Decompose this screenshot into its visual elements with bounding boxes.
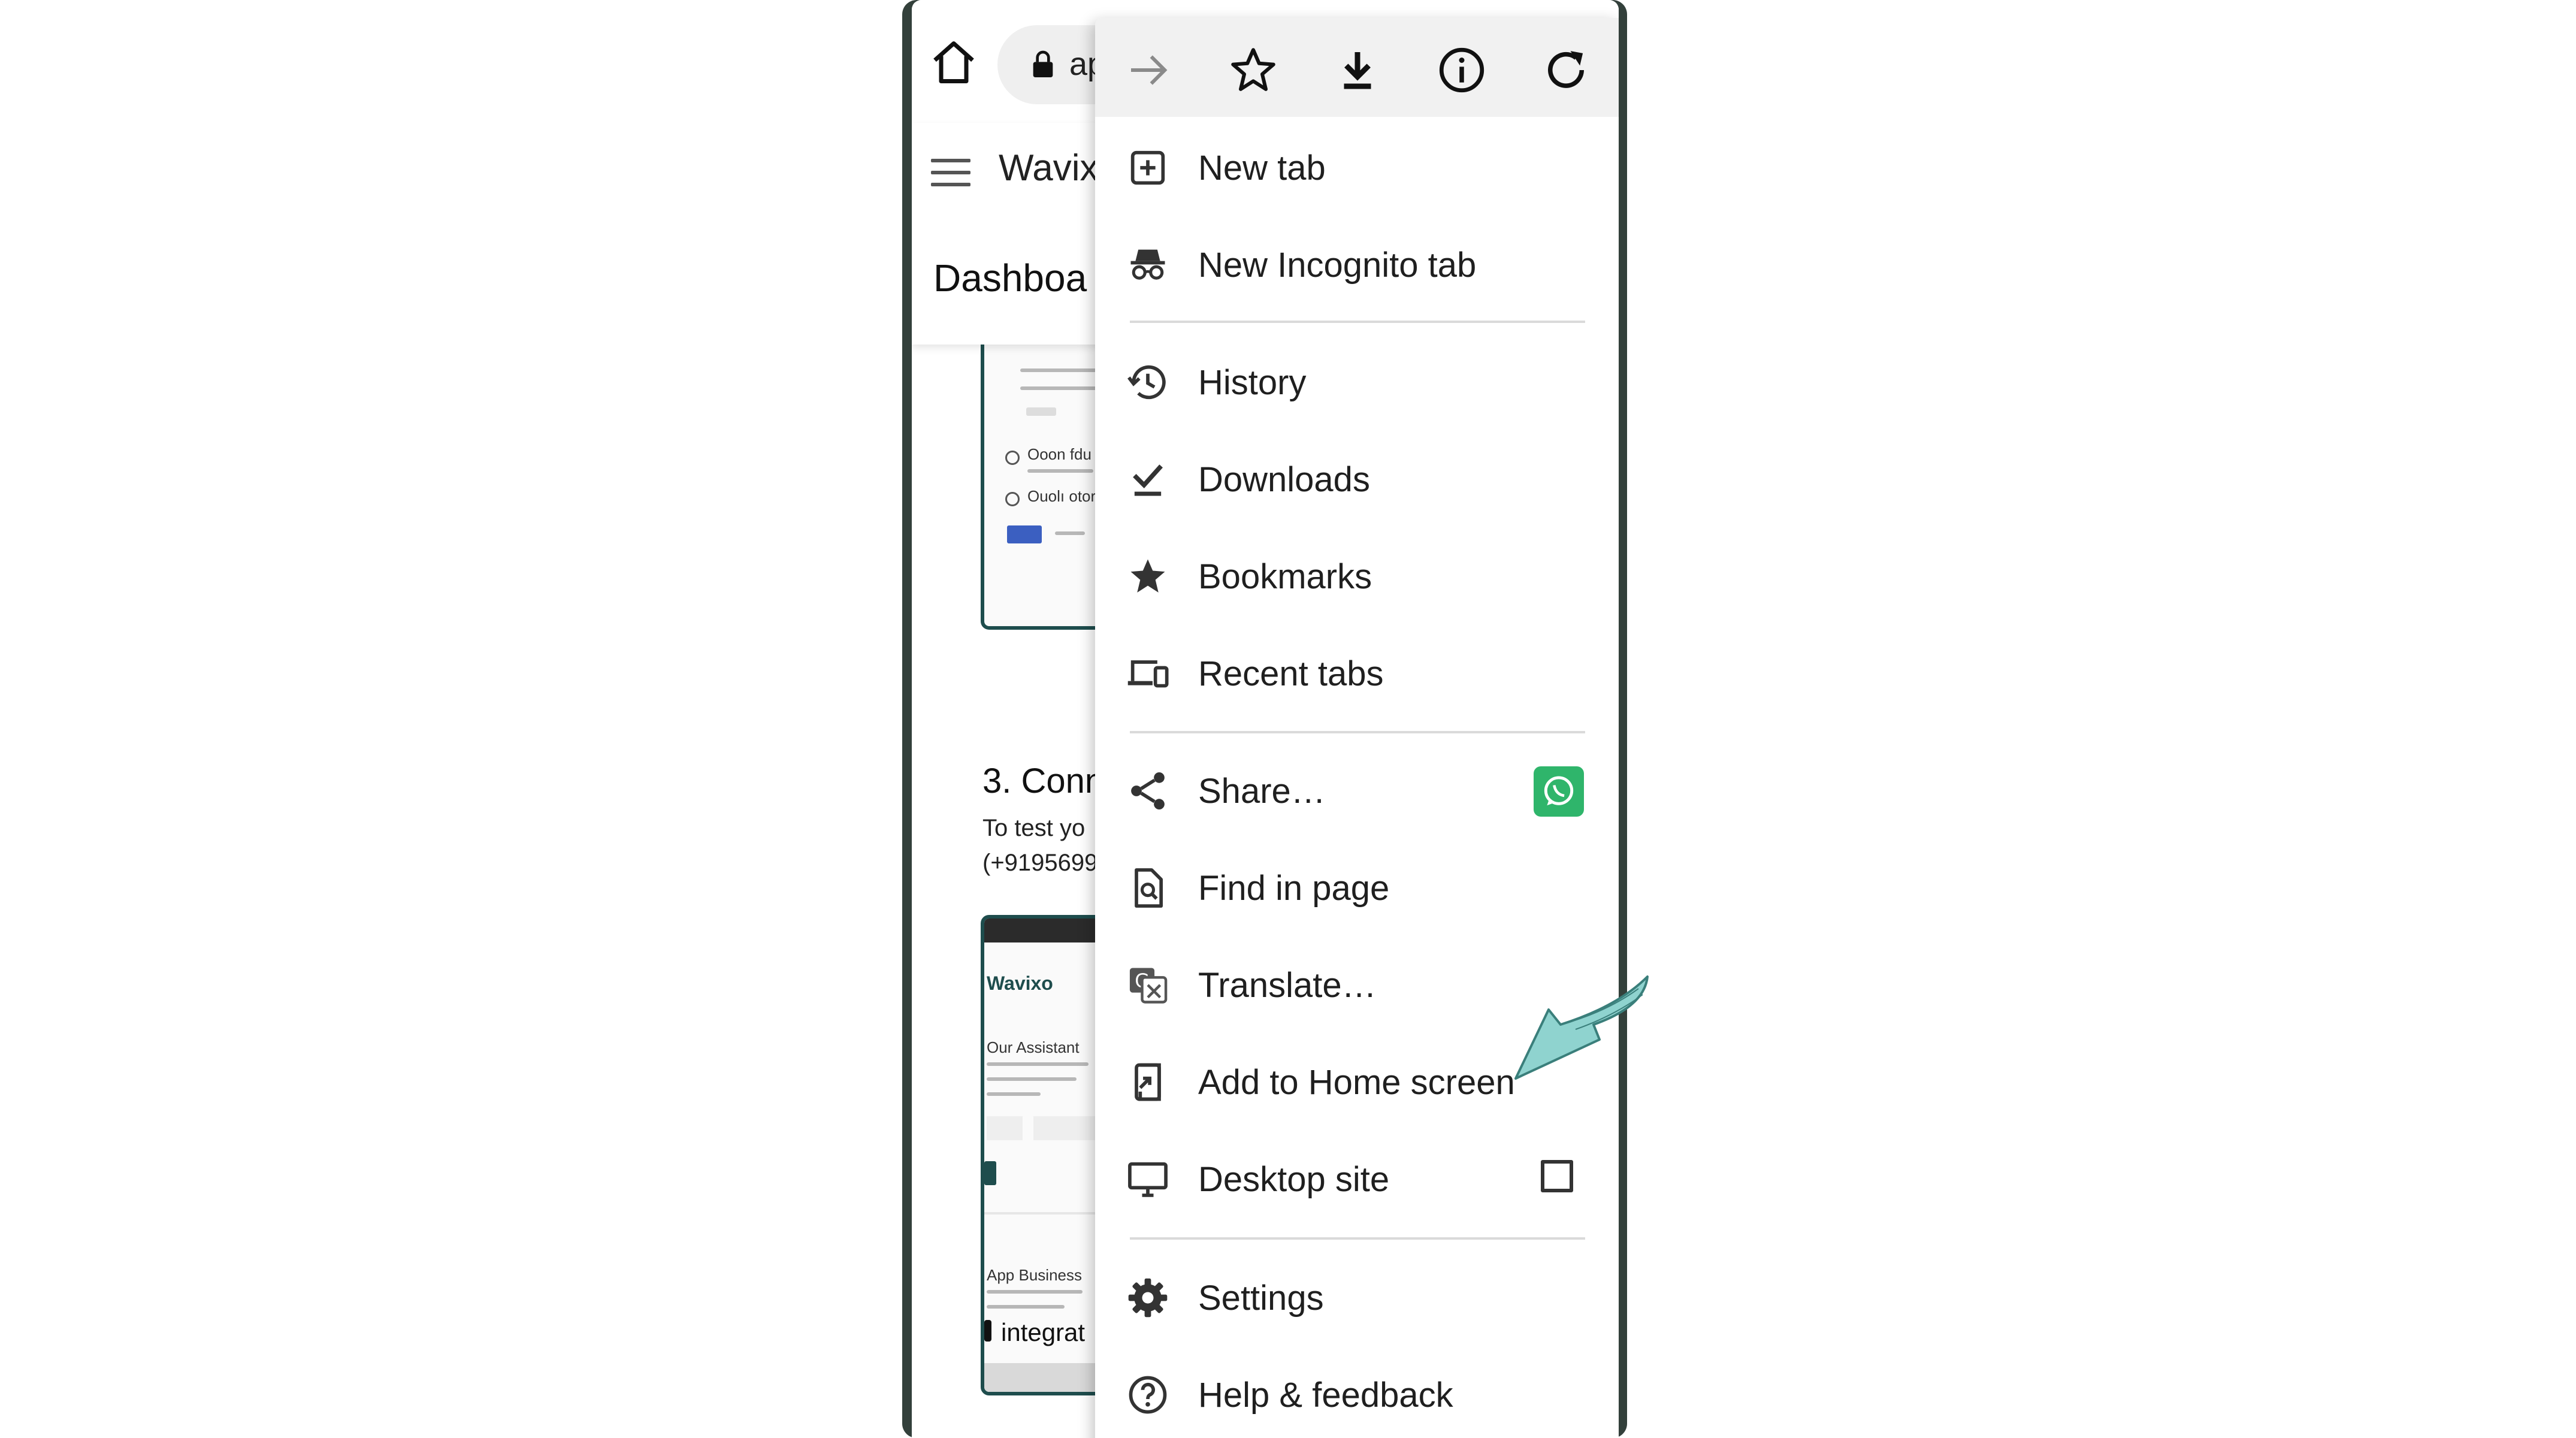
site-name: Wavix — [999, 147, 1099, 189]
thumb-text: integrat — [1001, 1318, 1086, 1346]
thumb-text: App Business — [987, 1266, 1082, 1284]
forward-icon[interactable] — [1122, 43, 1176, 97]
settings-icon — [1128, 1278, 1168, 1318]
phone-screen: ap Wavix Dashboa Ooon fdu ı Ouolı otoro … — [912, 0, 1619, 1438]
thumb-text: Ooon fdu ı — [1027, 445, 1100, 463]
menu-item-label: Bookmarks — [1198, 557, 1372, 596]
add-to-home-screen-icon — [1135, 1063, 1161, 1101]
menu-item-label: Find in page — [1198, 869, 1390, 908]
info-icon[interactable] — [1435, 43, 1489, 97]
download-icon[interactable] — [1331, 43, 1384, 97]
menu-item-label: Settings — [1198, 1279, 1324, 1318]
annotation-arrow-icon — [1514, 975, 1649, 1080]
translate-icon: G — [1129, 968, 1168, 1004]
incognito-icon — [1130, 249, 1165, 280]
menu-item-label: Downloads — [1198, 460, 1370, 499]
menu-item-bookmarks[interactable]: Bookmarks — [1095, 531, 1619, 621]
new-tab-icon — [1130, 150, 1165, 185]
menu-item-label: New Incognito tab — [1198, 246, 1477, 285]
section-text: To test yo — [982, 815, 1086, 841]
menu-item-label: Desktop site — [1198, 1160, 1390, 1199]
bookmarks-icon — [1130, 559, 1165, 593]
menu-item-label: History — [1198, 363, 1307, 402]
menu-item-find-in-page[interactable]: Find in page — [1095, 842, 1619, 932]
section-heading: 3. Conn — [982, 762, 1105, 800]
menu-item-label: Help & feedback — [1198, 1376, 1453, 1415]
home-icon[interactable] — [929, 37, 979, 87]
menu-item-settings[interactable]: Settings — [1095, 1252, 1619, 1342]
menu-item-new-incognito-tab[interactable]: New Incognito tab — [1095, 219, 1619, 309]
whatsapp-share-button[interactable] — [1534, 766, 1584, 817]
whatsapp-icon — [1544, 776, 1574, 806]
menu-item-desktop-site[interactable]: Desktop site — [1095, 1134, 1619, 1223]
section-text: (+9195699 — [982, 850, 1098, 876]
browser-overflow-menu: New tab New Incognito tab History Downlo… — [1095, 18, 1619, 1438]
find-in-page-icon — [1135, 868, 1163, 908]
thumb-text: Wavixo — [987, 972, 1053, 994]
share-icon — [1131, 772, 1165, 810]
menu-divider — [1130, 1237, 1585, 1240]
help-icon — [1129, 1376, 1167, 1414]
menu-item-downloads[interactable]: Downloads — [1095, 434, 1619, 524]
history-icon — [1127, 365, 1166, 400]
desktop-site-icon — [1128, 1162, 1168, 1197]
menu-divider — [1130, 321, 1585, 323]
downloads-icon — [1133, 464, 1163, 496]
menu-item-label: Share… — [1198, 772, 1326, 811]
desktop-site-checkbox[interactable] — [1541, 1160, 1573, 1192]
page-title: Dashboa — [933, 256, 1087, 300]
menu-icon-row — [1095, 18, 1619, 117]
lock-icon — [1033, 50, 1053, 77]
menu-item-label: Translate… — [1198, 966, 1377, 1005]
menu-item-label: Recent tabs — [1198, 654, 1384, 693]
menu-item-recent-tabs[interactable]: Recent tabs — [1095, 628, 1619, 718]
menu-item-new-tab[interactable]: New tab — [1095, 122, 1619, 212]
menu-item-label: Add to Home screen — [1198, 1063, 1515, 1102]
thumb-text: Ouolı otoro — [1027, 487, 1105, 505]
hamburger-menu-icon[interactable] — [931, 159, 970, 189]
menu-item-help-feedback[interactable]: Help & feedback — [1095, 1349, 1619, 1438]
reload-icon[interactable] — [1539, 43, 1593, 97]
menu-divider — [1130, 731, 1585, 733]
menu-item-label: New tab — [1198, 149, 1326, 188]
star-icon[interactable] — [1226, 43, 1280, 97]
menu-item-history[interactable]: History — [1095, 337, 1619, 427]
menu-item-share[interactable]: Share… — [1095, 745, 1619, 835]
recent-tabs-icon — [1127, 660, 1169, 688]
thumb-text: Our Assistant — [987, 1038, 1080, 1056]
